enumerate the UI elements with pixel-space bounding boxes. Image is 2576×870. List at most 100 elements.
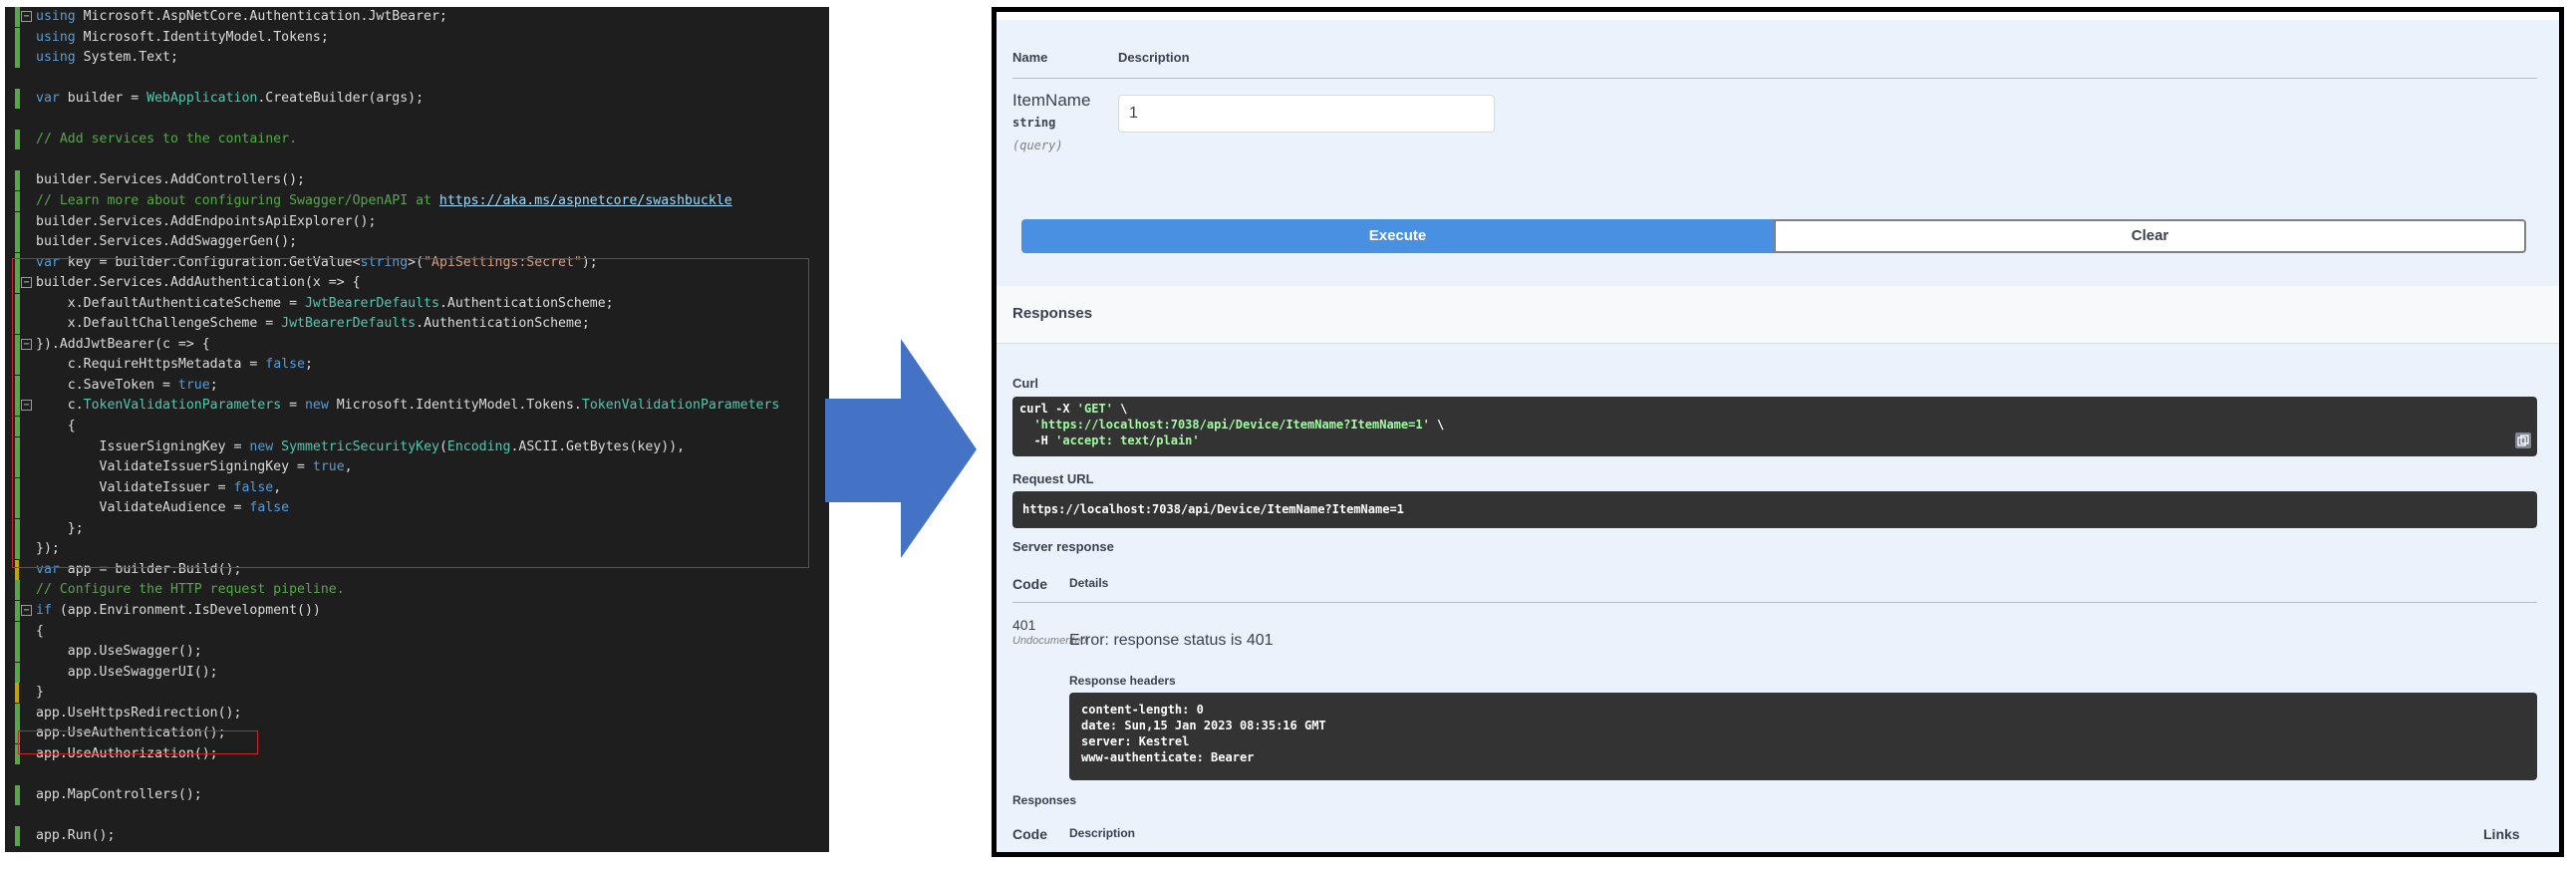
code-line: var builder = WebApplication.CreateBuild… — [5, 89, 829, 110]
code-text: }; — [36, 520, 84, 536]
code-text: // Configure the HTTP request pipeline. — [36, 582, 345, 598]
copy-icon[interactable] — [2515, 433, 2531, 448]
code-editor[interactable]: − using Microsoft.AspNetCore.Authenticati… — [5, 7, 829, 852]
curl-label: Curl — [1012, 376, 1038, 391]
code-line: c.SaveToken = true; — [5, 375, 829, 396]
code-line: −}).AddJwtBearer(c => { — [5, 334, 829, 355]
change-bar — [15, 190, 20, 211]
change-bar — [15, 498, 20, 519]
code-text: }); — [36, 541, 60, 557]
error-text: Error: response status is 401 — [1069, 632, 1274, 649]
code-line: IssuerSigningKey = new SymmetricSecurity… — [5, 436, 829, 457]
code-text: if (app.Environment.IsDevelopment()) — [36, 602, 321, 618]
change-bar — [15, 7, 20, 27]
code-text: x.DefaultChallengeScheme = JwtBearerDefa… — [36, 316, 590, 332]
code-line: x.DefaultChallengeScheme = JwtBearerDefa… — [5, 314, 829, 335]
change-bar — [15, 784, 20, 805]
curl-line-3: -H 'accept: text/plain' — [1019, 434, 1200, 447]
code-line: // Learn more about configuring Swagger/… — [5, 190, 829, 211]
code-text: using System.Text; — [36, 50, 178, 66]
code-line: app.UseSwagger(); — [5, 642, 829, 663]
change-bar — [15, 683, 19, 704]
change-bar — [15, 27, 20, 48]
collapse-icon[interactable]: − — [21, 338, 32, 350]
code-text: IssuerSigningKey = new SymmetricSecurity… — [36, 438, 686, 454]
code-line: x.DefaultAuthenticateScheme = JwtBearerD… — [5, 293, 829, 314]
response-headers-box: content-length: 0 date: Sun,15 Jan 2023 … — [1069, 693, 2537, 780]
change-bar — [15, 232, 20, 253]
change-bar — [15, 170, 20, 191]
response-headers-label: Response headers — [1069, 674, 1176, 688]
curl-box: curl -X 'GET' \ 'https://localhost:7038/… — [1012, 397, 2537, 456]
code-text: x.DefaultAuthenticateScheme = JwtBearerD… — [36, 295, 614, 311]
description-header-2: Description — [1069, 826, 1136, 840]
links-header: Links — [2483, 826, 2520, 842]
curl-line-2: 'https://localhost:7038/api/Device/ItemN… — [1033, 418, 1445, 432]
change-bar — [15, 642, 20, 663]
panel-top-strip — [997, 12, 2559, 20]
params-header-divider — [1012, 78, 2537, 79]
change-bar — [15, 130, 20, 150]
code-text: app.UseSwaggerUI(); — [36, 664, 218, 680]
code-line: ValidateAudience = false — [5, 498, 829, 519]
change-bar — [15, 580, 20, 601]
clear-button[interactable]: Clear — [1774, 219, 2526, 253]
code-text: builder.Services.AddEndpointsApiExplorer… — [36, 213, 377, 229]
change-bar — [15, 211, 20, 232]
code-line: app.UseAuthentication(); — [5, 724, 829, 744]
collapse-icon[interactable]: − — [21, 400, 32, 412]
swagger-panel: Name Description ItemName string (query)… — [992, 7, 2564, 857]
change-bar — [15, 334, 20, 355]
code-line: app.UseAuthorization(); — [5, 743, 829, 764]
change-bar — [15, 375, 20, 396]
collapse-icon[interactable]: − — [21, 277, 32, 289]
code-text: app.UseAuthentication(); — [36, 725, 226, 741]
code-line: app.MapControllers(); — [5, 784, 829, 805]
code-line: using System.Text; — [5, 48, 829, 69]
collapse-icon[interactable]: − — [21, 604, 32, 616]
code-text: builder.Services.AddAuthentication(x => … — [36, 275, 361, 291]
code-line: }); — [5, 539, 829, 560]
change-bar — [15, 621, 20, 642]
code-line: ValidateIssuer = false, — [5, 477, 829, 498]
execute-button[interactable]: Execute — [1021, 219, 1774, 253]
code-text: // Learn more about configuring Swagger/… — [36, 192, 732, 208]
change-bar — [15, 457, 20, 478]
code-line: var key = builder.Configuration.GetValue… — [5, 252, 829, 273]
responses-label: Responses — [1012, 793, 1077, 807]
code-text: ValidateIssuer = false, — [36, 479, 282, 495]
code-text: { — [36, 419, 76, 434]
code-line: builder.Services.AddEndpointsApiExplorer… — [5, 211, 829, 232]
code-text: app.MapControllers(); — [36, 786, 202, 802]
change-bar — [15, 518, 20, 539]
change-bar — [15, 355, 20, 376]
copy-glyph — [2517, 435, 2529, 446]
itemname-input[interactable] — [1118, 95, 1495, 133]
code-line: − if (app.Environment.IsDevelopment()) — [5, 600, 829, 621]
code-line: // Add services to the container. — [5, 130, 829, 150]
code-line: { — [5, 621, 829, 642]
params-name-header: Name — [1012, 50, 1048, 65]
change-bar — [15, 477, 20, 498]
change-bar — [15, 539, 20, 560]
code-line: app.UseHttpsRedirection(); — [5, 703, 829, 724]
code-line: c.RequireHttpsMetadata = false; — [5, 355, 829, 376]
code-line: app.UseSwaggerUI(); — [5, 662, 829, 683]
collapse-icon[interactable]: − — [21, 11, 32, 22]
code-line: { — [5, 417, 829, 436]
details-header: Details — [1069, 576, 1109, 590]
code-text: // Add services to the container. — [36, 132, 298, 147]
change-bar — [15, 417, 20, 436]
change-bar — [15, 48, 20, 69]
responses-bar — [997, 286, 2559, 344]
code-text: var builder = WebApplication.CreateBuild… — [36, 91, 425, 107]
code-line: // Configure the HTTP request pipeline. — [5, 580, 829, 601]
code-text: var app = builder.Build(); — [36, 561, 242, 577]
code-text: app.UseSwagger(); — [36, 644, 202, 660]
request-url: https://localhost:7038/api/Device/ItemNa… — [1022, 502, 1404, 516]
responses-title: Responses — [1012, 305, 1093, 322]
